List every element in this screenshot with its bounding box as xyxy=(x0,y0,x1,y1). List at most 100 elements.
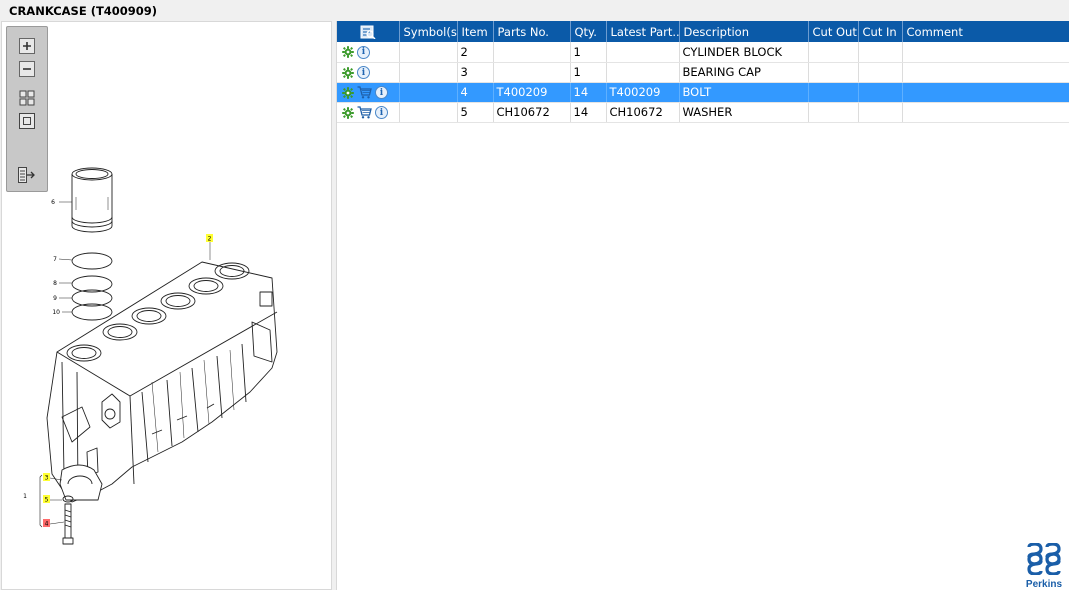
row-cut-out-cell xyxy=(808,82,859,103)
callout-6: 6 xyxy=(51,199,55,206)
zoom-out-button[interactable] xyxy=(17,60,37,78)
info-icon[interactable]: i xyxy=(375,106,388,119)
row-comment-cell xyxy=(902,82,1069,103)
perkins-logo: Perkins xyxy=(1022,542,1066,590)
column-header-symbols[interactable]: Symbol(s) xyxy=(399,21,458,42)
perkins-logo-text: Perkins xyxy=(1025,579,1063,590)
row-qty-cell: 14 xyxy=(570,82,607,103)
gear-icon[interactable] xyxy=(342,86,354,99)
row-symbols-text-cell xyxy=(399,62,458,83)
row-parts-no-cell xyxy=(493,42,571,63)
row-latest-part-cell xyxy=(606,62,680,83)
seal-ring-7 xyxy=(71,252,113,270)
row-cut-out-cell xyxy=(808,102,859,123)
row-cut-in-cell xyxy=(858,62,903,83)
row-qty-cell: 1 xyxy=(570,62,607,83)
row-item-cell: 4 xyxy=(457,82,494,103)
row-symbols-text-cell xyxy=(399,42,458,63)
zoom-out-icon xyxy=(19,61,35,77)
row-cut-in-cell xyxy=(858,82,903,103)
actual-size-icon xyxy=(19,113,35,129)
row-symbols-cell: i xyxy=(337,42,400,63)
callout-2: 2 xyxy=(208,236,212,243)
row-item-cell: 3 xyxy=(457,62,494,83)
row-symbols-cell: i xyxy=(337,62,400,83)
table-row[interactable]: i 3 1 BEARING CAP xyxy=(337,62,1069,83)
parts-table-body: i 2 1 CYLINDER BLOCK i 3 1 BEARING CAP i 4 T400209… xyxy=(337,42,1069,123)
export-list-button[interactable] xyxy=(17,166,37,184)
fit-all-button[interactable] xyxy=(17,89,37,107)
callout-4: 4 xyxy=(45,521,49,528)
column-header-cut-out[interactable]: Cut Out xyxy=(808,21,859,42)
row-item-cell: 2 xyxy=(457,42,494,63)
row-cut-in-cell xyxy=(858,102,903,123)
row-latest-part-cell: T400209 xyxy=(606,82,680,103)
column-header-qty[interactable]: Qty. xyxy=(570,21,607,42)
view-toolbox xyxy=(6,26,48,192)
info-icon[interactable]: i xyxy=(357,45,370,59)
callout-1: 1 xyxy=(23,493,27,500)
fit-all-icon xyxy=(19,90,35,106)
gear-icon[interactable] xyxy=(342,46,354,59)
table-row[interactable]: i 4 T400209 14 T400209 BOLT xyxy=(337,82,1069,103)
row-symbols-cell: i xyxy=(337,102,400,123)
row-description-cell: BOLT xyxy=(679,82,809,103)
row-description-cell: WASHER xyxy=(679,102,809,123)
row-item-cell: 5 xyxy=(457,102,494,123)
row-cut-out-cell xyxy=(808,42,859,63)
row-parts-no-cell: CH10672 xyxy=(493,102,571,123)
row-parts-no-cell xyxy=(493,62,571,83)
callout-3: 3 xyxy=(45,475,49,482)
crankcase-exploded-diagram[interactable]: 6 7 8 9 10 1 2 3 5 4 xyxy=(2,22,332,590)
shopping-cart-icon[interactable] xyxy=(357,106,372,119)
row-qty-cell: 14 xyxy=(570,102,607,123)
export-list-icon xyxy=(18,167,35,183)
parts-table: Symbol(s) Item Parts No. Qty. Latest Par… xyxy=(337,21,1069,123)
callout-7: 7 xyxy=(53,256,57,263)
table-row[interactable]: i 5 CH10672 14 CH10672 WASHER xyxy=(337,102,1069,123)
bolt-part xyxy=(62,503,74,545)
zoom-in-icon xyxy=(19,38,35,54)
column-header-latest-part[interactable]: Latest Part... xyxy=(606,21,680,42)
parts-list-pane: Symbol(s) Item Parts No. Qty. Latest Par… xyxy=(336,21,1069,590)
row-latest-part-cell: CH10672 xyxy=(606,102,680,123)
row-cut-in-cell xyxy=(858,42,903,63)
row-symbols-cell: i xyxy=(337,82,400,103)
cylinder-liner-part xyxy=(71,167,113,233)
callout-10: 10 xyxy=(52,309,60,316)
shopping-cart-icon[interactable] xyxy=(357,86,372,99)
row-parts-no-cell: T400209 xyxy=(493,82,571,103)
row-comment-cell xyxy=(902,42,1069,63)
callout-8: 8 xyxy=(53,280,57,287)
row-cut-out-cell xyxy=(808,62,859,83)
callout-9: 9 xyxy=(53,295,57,302)
zoom-in-button[interactable] xyxy=(17,37,37,55)
info-icon[interactable]: i xyxy=(375,86,388,99)
column-header-search[interactable] xyxy=(337,21,400,42)
row-description-cell: CYLINDER BLOCK xyxy=(679,42,809,63)
row-comment-cell xyxy=(902,62,1069,83)
column-header-description[interactable]: Description xyxy=(679,21,809,42)
column-header-parts-no[interactable]: Parts No. xyxy=(493,21,571,42)
column-header-item[interactable]: Item xyxy=(457,21,494,42)
search-list-icon xyxy=(360,25,376,40)
callout-5: 5 xyxy=(45,497,49,504)
row-description-cell: BEARING CAP xyxy=(679,62,809,83)
info-icon[interactable]: i xyxy=(357,66,370,79)
table-header-row: Symbol(s) Item Parts No. Qty. Latest Par… xyxy=(337,21,1069,42)
column-header-comment[interactable]: Comment xyxy=(902,21,1069,42)
table-row[interactable]: i 2 1 CYLINDER BLOCK xyxy=(337,42,1069,63)
perkins-logo-icon xyxy=(1027,542,1061,576)
gear-icon[interactable] xyxy=(342,66,354,79)
row-symbols-text-cell xyxy=(399,82,458,103)
row-comment-cell xyxy=(902,102,1069,123)
window-title: CRANKCASE (T400909) xyxy=(9,4,158,18)
row-latest-part-cell xyxy=(606,42,680,63)
illustration-pane[interactable]: 6 7 8 9 10 1 2 3 5 4 xyxy=(1,21,332,590)
row-symbols-text-cell xyxy=(399,102,458,123)
column-header-cut-in[interactable]: Cut In xyxy=(858,21,903,42)
gear-icon[interactable] xyxy=(342,106,354,119)
actual-size-button[interactable] xyxy=(17,112,37,130)
window-titlebar: CRANKCASE (T400909) xyxy=(0,0,1069,21)
row-qty-cell: 1 xyxy=(570,42,607,63)
